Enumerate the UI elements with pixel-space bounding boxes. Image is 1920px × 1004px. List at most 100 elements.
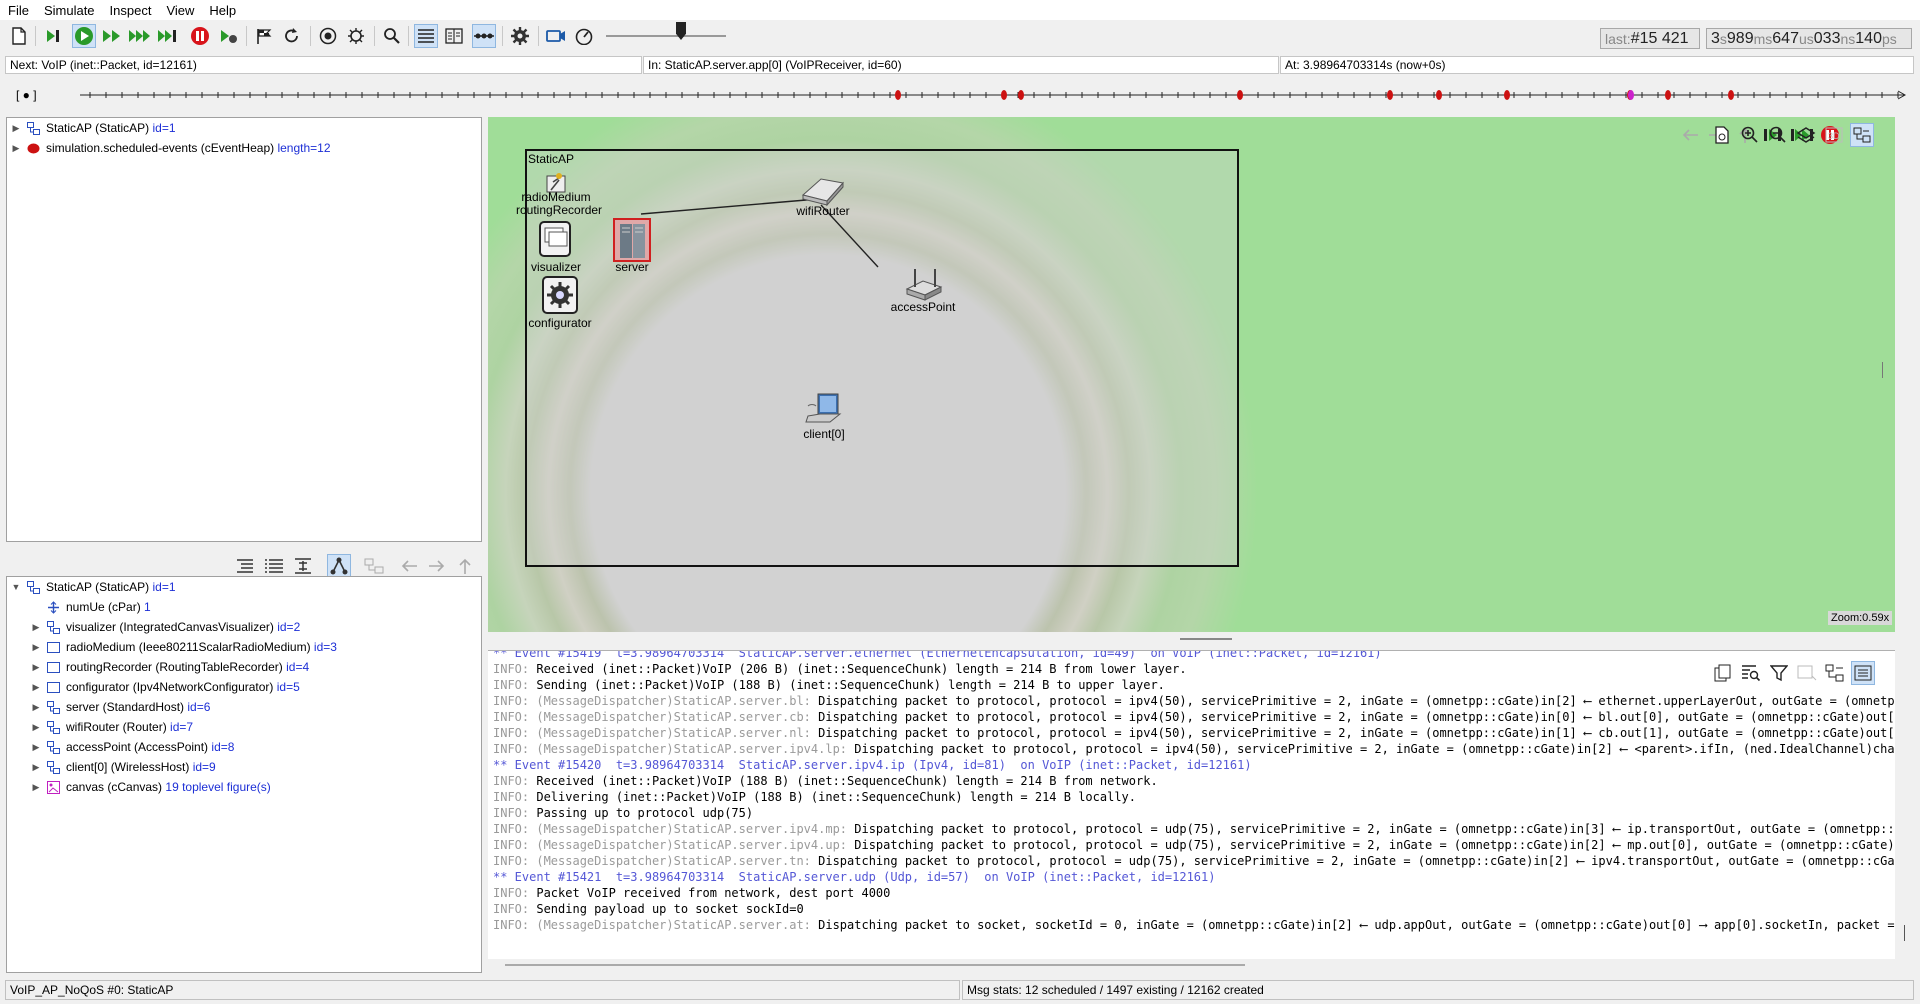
menu-inspect[interactable]: Inspect xyxy=(102,3,159,18)
back-arrow-icon[interactable] xyxy=(1678,123,1702,147)
tree-item-child[interactable]: ▶ routingRecorder (RoutingTableRecorder) … xyxy=(31,658,310,676)
express-run-icon[interactable] xyxy=(128,24,152,48)
tree-item-child[interactable]: ▶ client[0] (WirelessHost) id=9 xyxy=(31,758,216,776)
tree-item-child[interactable]: ▶ visualizer (IntegratedCanvasVisualizer)… xyxy=(31,618,301,636)
configurator-node[interactable]: configurator xyxy=(516,275,604,330)
log-vertical-scrollbar[interactable] xyxy=(1904,925,1905,941)
layout-toggle-icon[interactable] xyxy=(442,24,466,48)
tree-item-id: id=6 xyxy=(187,700,211,714)
rebuild-icon[interactable] xyxy=(280,24,304,48)
flat-mode-icon[interactable] xyxy=(262,554,286,578)
expand-arrow-icon[interactable]: ▶ xyxy=(31,642,41,653)
log-horizontal-scrollbar[interactable] xyxy=(505,964,1245,966)
step-icon[interactable] xyxy=(41,24,65,48)
expand-arrow-icon[interactable]: ▶ xyxy=(31,682,41,693)
tree-item-child[interactable]: ▶ wifiRouter (Router) id=7 xyxy=(31,718,194,736)
expand-arrow-icon[interactable]: ▶ xyxy=(31,742,41,753)
laptop-icon xyxy=(805,393,842,423)
wifi-router-node[interactable]: wifiRouter xyxy=(788,175,858,218)
fast-run-icon[interactable] xyxy=(100,24,124,48)
3d-view-icon[interactable]: 3D xyxy=(1822,123,1846,147)
client-node[interactable]: client[0] xyxy=(784,392,864,441)
expand-arrow-icon[interactable]: ▶ xyxy=(31,622,41,633)
tree-item-child[interactable]: ▶ configurator (Ipv4NetworkConfigurator) … xyxy=(31,678,300,696)
tree-item-child[interactable]: ▶ canvas (cCanvas) 19 toplevel figure(s) xyxy=(31,778,271,796)
menu-simulate[interactable]: Simulate xyxy=(36,3,102,18)
zoom-out-icon[interactable] xyxy=(1766,123,1790,147)
expand-arrow-icon[interactable]: ▶ xyxy=(31,762,41,773)
timeline-event-marker xyxy=(1665,90,1671,100)
tree-item-id: id=5 xyxy=(276,680,300,694)
simple-module-icon xyxy=(47,661,66,674)
flag-icon[interactable] xyxy=(252,24,276,48)
menu-view[interactable]: View xyxy=(158,3,201,18)
find-in-log-icon[interactable] xyxy=(1739,661,1763,685)
next-event-info: Next: VoIP (inet::Packet, id=12161) xyxy=(5,56,642,74)
preferences-gear-icon[interactable] xyxy=(508,24,532,48)
tree-item-staticap-root[interactable]: ▼ StaticAP (StaticAP) id=1 xyxy=(11,578,176,596)
debug-icon[interactable] xyxy=(344,24,368,48)
tree-item-child[interactable]: ▶ accessPoint (AccessPoint) id=8 xyxy=(31,738,235,756)
visualizer-node[interactable]: visualizer xyxy=(516,220,596,274)
log-toolbar xyxy=(1704,660,1894,686)
tree-mode-icon[interactable] xyxy=(233,554,257,578)
inheritance-mode-icon[interactable] xyxy=(327,554,351,578)
expand-arrow-icon[interactable]: ▶ xyxy=(31,722,41,733)
stop-icon[interactable] xyxy=(188,24,212,48)
layers-icon[interactable] xyxy=(1794,123,1818,147)
messages-mode-icon[interactable] xyxy=(1823,661,1847,685)
run-icon[interactable] xyxy=(72,24,96,48)
expand-arrow-icon[interactable]: ▶ xyxy=(31,662,41,673)
log-settings-icon[interactable] xyxy=(1795,661,1819,685)
speed-gauge-icon[interactable] xyxy=(572,24,596,48)
server-node[interactable]: server xyxy=(612,218,652,274)
status-left: VoIP_AP_NoQoS #0: StaticAP xyxy=(5,980,960,1000)
canvas-splitter-handle[interactable] xyxy=(1882,362,1883,378)
copy-icon[interactable] xyxy=(1711,661,1735,685)
network-canvas[interactable]: StaticAP radioMedium routingRecorder visu… xyxy=(488,117,1895,632)
log-mode-icon[interactable] xyxy=(1851,661,1875,685)
module-view-icon[interactable] xyxy=(1850,123,1874,147)
tree-item-child[interactable]: ▶ radioMedium (Ieee80211ScalarRadioMedium… xyxy=(31,638,337,656)
log-info-line: INFO: (MessageDispatcher)StaticAP.server… xyxy=(493,694,1895,708)
menu-help[interactable]: Help xyxy=(201,3,243,18)
expand-arrow-icon[interactable]: ▶ xyxy=(31,782,41,793)
timeline-toggle-icon[interactable] xyxy=(414,24,438,48)
event-log-panel[interactable]: ** Event #15419 t=3.98964703314 StaticAP… xyxy=(488,650,1895,959)
up-arrow-icon[interactable] xyxy=(453,554,477,578)
collapse-arrow-icon[interactable]: ▼ xyxy=(11,582,21,592)
debug-next-icon[interactable] xyxy=(216,24,240,48)
splitter-handle[interactable] xyxy=(1180,638,1232,640)
group-mode-icon[interactable] xyxy=(362,554,386,578)
video-record-icon[interactable] xyxy=(544,24,568,48)
access-point-node[interactable]: accessPoint xyxy=(883,265,963,314)
radio-medium-node[interactable]: radioMedium routingRecorder xyxy=(516,172,602,217)
tree-item-scheduled-events[interactable]: ▶ simulation.scheduled-events (cEventHea… xyxy=(11,139,331,157)
expand-arrow-icon[interactable]: ▶ xyxy=(11,143,21,154)
zoom-in-icon[interactable] xyxy=(1738,123,1762,147)
event-timeline[interactable]: [ ● ] xyxy=(10,83,1910,107)
find-icon[interactable] xyxy=(380,24,404,48)
tree-item-label: server (StandardHost) xyxy=(66,700,185,714)
menu-bar: File Simulate Inspect View Help xyxy=(0,0,1920,20)
tree-item-staticap[interactable]: ▶ StaticAP (StaticAP) id=1 xyxy=(11,119,176,137)
menu-file[interactable]: File xyxy=(0,3,36,18)
forward-arrow-icon[interactable] xyxy=(425,554,449,578)
log-info-line: INFO: Received (inet::Packet)VoIP (206 B… xyxy=(493,662,1187,676)
children-mode-icon[interactable] xyxy=(291,554,315,578)
expand-arrow-icon[interactable]: ▶ xyxy=(11,123,21,134)
filter-icon[interactable] xyxy=(1767,661,1791,685)
animation-toggle-icon[interactable] xyxy=(472,24,496,48)
record-icon[interactable] xyxy=(316,24,340,48)
speed-slider-track[interactable] xyxy=(606,35,726,37)
time-info: At: 3.98964703314s (now+0s) xyxy=(1280,56,1914,74)
export-image-icon[interactable] xyxy=(1710,123,1734,147)
tree-item-child[interactable]: numUe (cPar) 1 xyxy=(31,598,151,616)
new-run-icon[interactable] xyxy=(7,24,31,48)
tree-item-id: id=8 xyxy=(211,740,235,754)
timeline-event-marker xyxy=(1504,90,1510,100)
run-until-icon[interactable] xyxy=(156,24,180,48)
expand-arrow-icon[interactable]: ▶ xyxy=(31,702,41,713)
tree-item-child[interactable]: ▶ server (StandardHost) id=6 xyxy=(31,698,211,716)
back-arrow-icon[interactable] xyxy=(397,554,421,578)
